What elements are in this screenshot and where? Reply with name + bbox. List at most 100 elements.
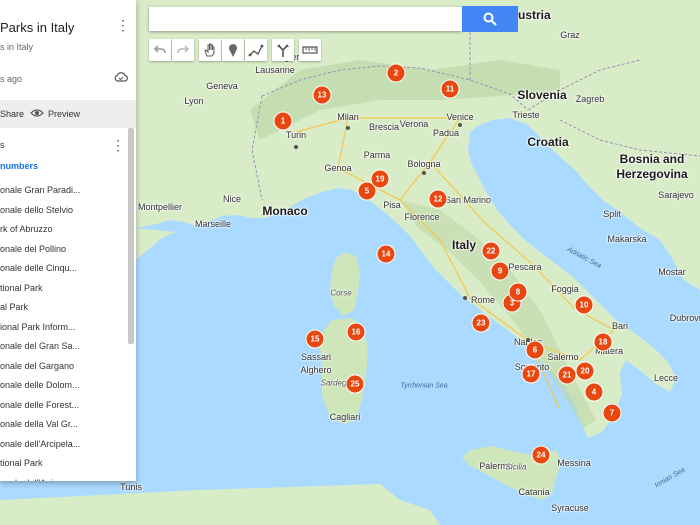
map-label-lausanne: Lausanne (255, 65, 295, 75)
park-list-item[interactable]: onale dell'Asinara (0, 478, 126, 482)
park-list-item[interactable]: tional Park (0, 458, 126, 478)
park-list: onale Gran Paradi... onale dello Stelvio r… (0, 185, 126, 481)
park-marker-13[interactable]: 13 (312, 85, 332, 105)
map-label-florence: Florence (404, 212, 440, 222)
park-marker-1[interactable]: 1 (273, 111, 293, 131)
park-marker-7[interactable]: 7 (602, 403, 622, 423)
map-label-sarajevo: Sarajevo (658, 190, 694, 200)
park-list-item[interactable]: onale Gran Paradi... (0, 185, 126, 205)
sidebar-scrollbar[interactable] (128, 128, 134, 344)
map-label-sassari: Sassari (300, 352, 332, 362)
park-marker-2[interactable]: 2 (386, 63, 406, 83)
park-marker-20[interactable]: 20 (575, 361, 595, 381)
draw-line-icon (248, 44, 264, 57)
draw-line-button[interactable] (245, 39, 267, 61)
map-label-foggia: Foggia (551, 284, 579, 294)
map-label-genoa: Genoa (324, 163, 352, 173)
map-label-messina: Messina (557, 458, 591, 468)
map-label-slovenia: Slovenia (517, 88, 567, 102)
park-marker-17[interactable]: 17 (521, 364, 541, 384)
map-label-split: Split (603, 209, 621, 219)
park-list-item[interactable]: onale delle Forest... (0, 400, 126, 420)
last-edit-time: s ago (0, 74, 23, 84)
map-title[interactable]: Parks in Italy (0, 20, 74, 35)
park-marker-19[interactable]: 19 (370, 169, 390, 189)
park-marker-4[interactable]: 4 (584, 382, 604, 402)
map-label-sicilia: Sicilia (505, 462, 527, 472)
park-list-item[interactable]: tional Park (0, 283, 126, 303)
map-label-parma: Parma (363, 150, 391, 160)
map-label-nice: Nice (222, 194, 242, 204)
undo-icon (153, 45, 166, 54)
park-marker-10[interactable]: 10 (574, 295, 594, 315)
park-list-item[interactable]: onale delle Dolom... (0, 380, 126, 400)
map-options-icon[interactable]: ⋮ (116, 18, 130, 32)
park-list-item[interactable]: ional Park Inform... (0, 322, 126, 342)
map-label-trieste: Trieste (512, 110, 540, 120)
park-list-item[interactable]: onale dell'Arcipela... (0, 439, 126, 459)
park-marker-6[interactable]: 6 (525, 340, 545, 360)
park-marker-18[interactable]: 18 (593, 332, 613, 352)
park-marker-21[interactable]: 21 (557, 365, 577, 385)
map-label-pisa: Pisa (383, 200, 401, 210)
search-input[interactable] (149, 7, 462, 31)
map-label-tyrrhenian-sea: Tyrrhenian Sea (400, 382, 448, 390)
city-dot (458, 123, 462, 127)
city-dot (422, 171, 426, 175)
map-label-marseille: Marseille (194, 219, 232, 229)
park-marker-25[interactable]: 25 (345, 374, 365, 394)
add-marker-button[interactable] (222, 39, 244, 61)
add-directions-button[interactable] (272, 39, 294, 61)
map-label-geneva: Geneva (206, 81, 238, 91)
preview-button[interactable]: Preview (48, 109, 80, 119)
park-list-item[interactable]: onale del Gran Sa... (0, 341, 126, 361)
park-marker-12[interactable]: 12 (428, 189, 448, 209)
map-label-corse: Corse (330, 288, 352, 298)
map-label-san-marino: San Marino (444, 195, 492, 205)
park-marker-15[interactable]: 15 (305, 329, 325, 349)
map-label-bari: Bari (611, 321, 629, 331)
individual-styles-link[interactable]: numbers (0, 161, 38, 171)
map-label-syracuse: Syracuse (551, 503, 589, 513)
map-label-croatia: Croatia (527, 135, 569, 149)
search-button[interactable] (462, 6, 518, 32)
share-button[interactable]: Share (0, 109, 24, 119)
cloud-saved-icon (114, 72, 128, 82)
measure-button[interactable] (299, 39, 321, 61)
city-dot (346, 126, 350, 130)
park-marker-23[interactable]: 23 (471, 313, 491, 333)
layer-title[interactable]: s (0, 140, 5, 150)
redo-button[interactable] (172, 39, 194, 61)
map-description: s in Italy (0, 42, 34, 52)
park-marker-22[interactable]: 22 (481, 241, 501, 261)
undo-button[interactable] (149, 39, 171, 61)
park-marker-9[interactable]: 9 (490, 261, 510, 281)
park-list-item[interactable]: onale delle Cinqu... (0, 263, 126, 283)
park-list-item[interactable]: al Park (0, 302, 126, 322)
map-label-catania: Catania (518, 487, 550, 497)
map-label-bosnia-and: Bosnia and (619, 152, 685, 166)
park-marker-16[interactable]: 16 (346, 322, 366, 342)
park-marker-8[interactable]: 8 (508, 282, 528, 302)
park-list-item[interactable]: onale del Gargano (0, 361, 126, 381)
map-label-mostar: Mostar (658, 267, 686, 277)
map-label-pescara: Pescara (508, 262, 542, 272)
park-marker-24[interactable]: 24 (531, 445, 551, 465)
park-list-item[interactable]: rk of Abruzzo (0, 224, 126, 244)
map-label-italy: Italy (451, 238, 477, 252)
layer-options-icon[interactable]: ⋮ (111, 138, 125, 152)
park-list-item[interactable]: onale della Val Gr... (0, 419, 126, 439)
search-icon (483, 12, 497, 26)
city-dot (463, 296, 467, 300)
map-label-venice: Venice (446, 112, 474, 122)
park-list-item[interactable]: onale del Pollino (0, 244, 126, 264)
map-label-makarska: Makarska (607, 234, 647, 244)
redo-icon (177, 45, 190, 54)
select-items-button[interactable] (199, 39, 221, 61)
park-list-item[interactable]: onale dello Stelvio (0, 205, 126, 225)
map-label-zagreb: Zagreb (575, 94, 605, 104)
park-marker-14[interactable]: 14 (376, 244, 396, 264)
park-marker-11[interactable]: 11 (440, 79, 460, 99)
map-label-herzegovina: Herzegovina (616, 167, 688, 181)
eye-icon (30, 109, 44, 117)
